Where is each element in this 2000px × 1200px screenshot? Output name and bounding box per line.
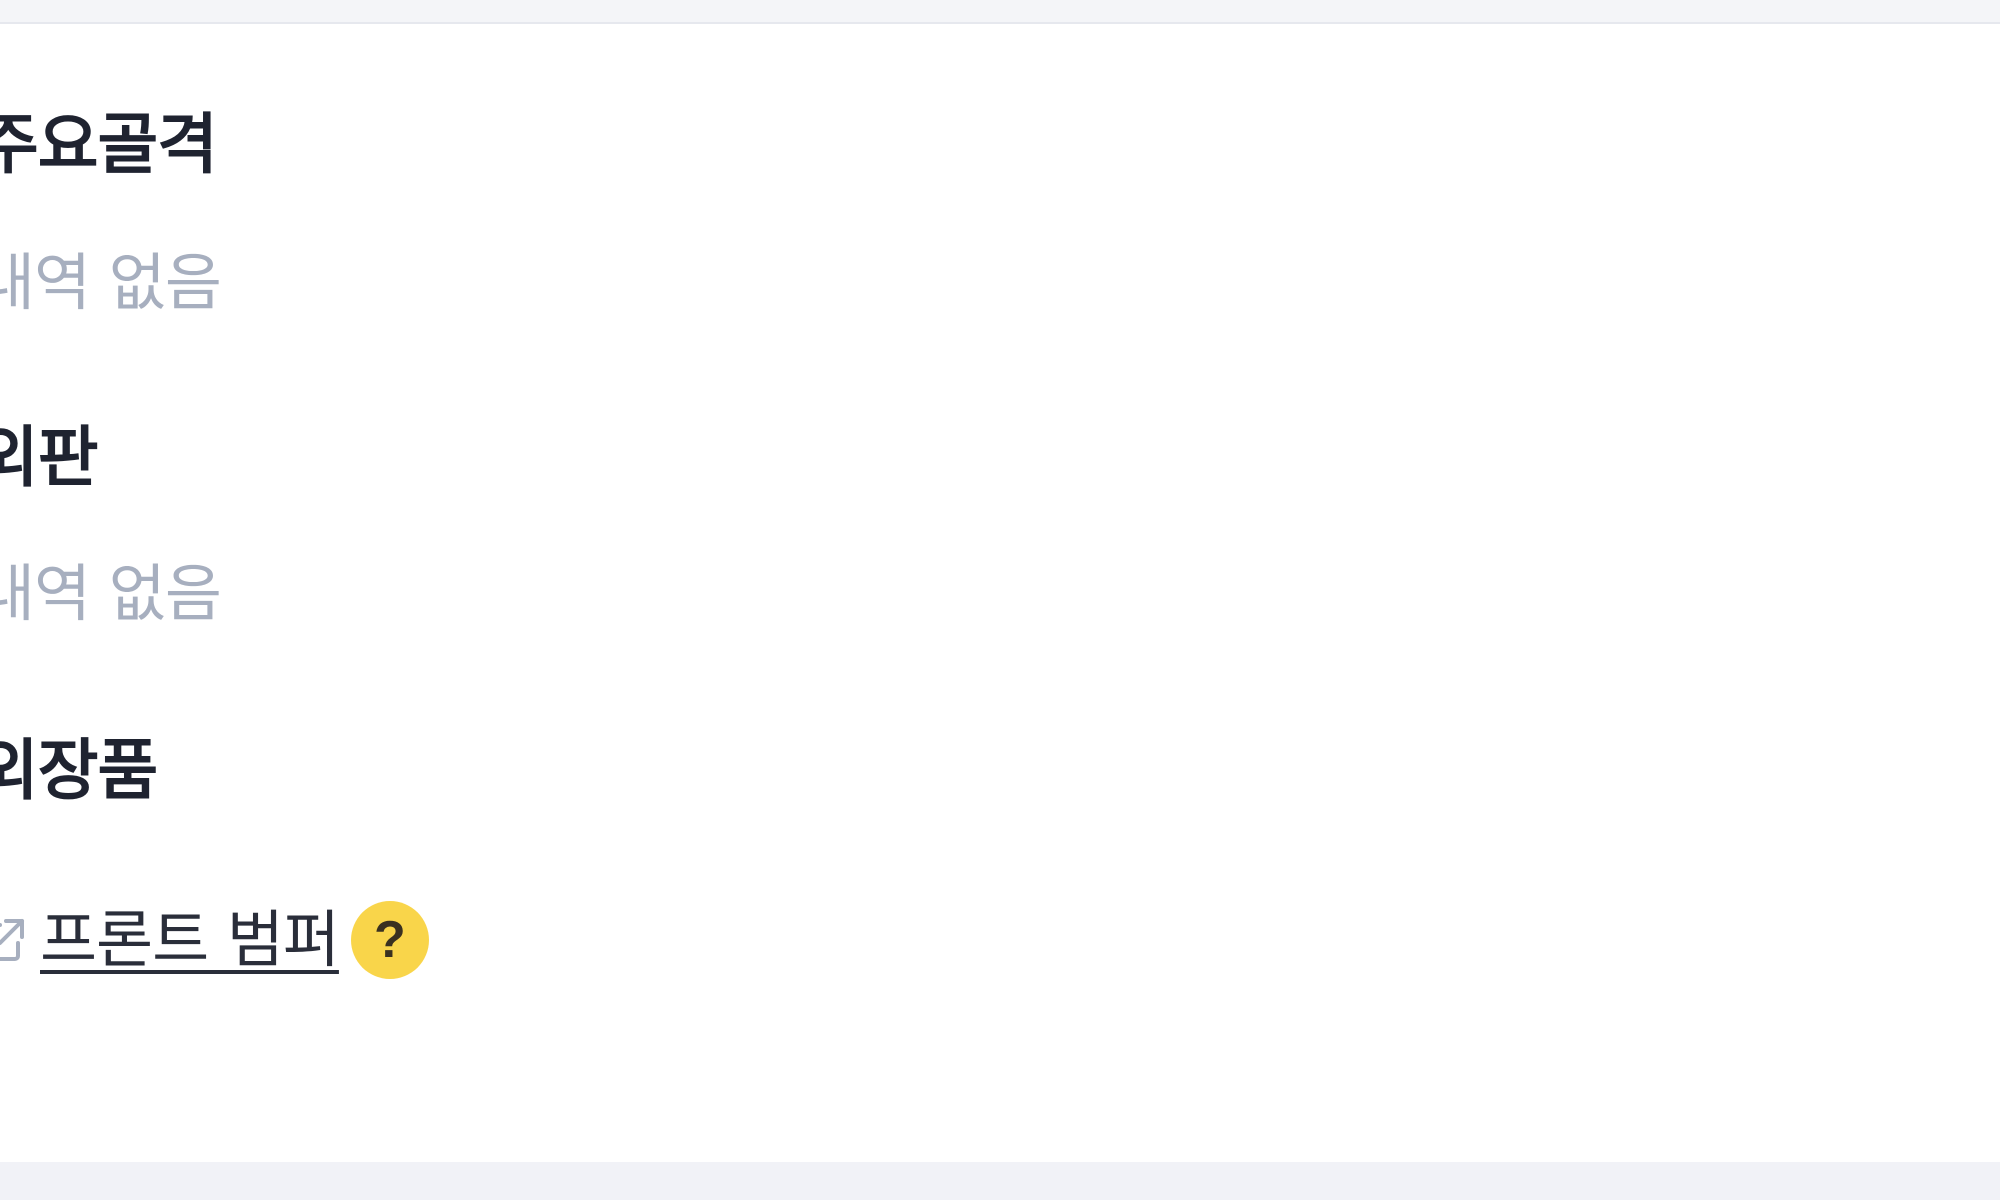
section-title-frame: 주요골격 (0, 106, 218, 183)
external-link-icon (0, 915, 28, 965)
section-title-exterior-parts: 외장품 (0, 732, 158, 809)
inspection-page: 주요골격 내역 없음 외판 내역 없음 외장품 프론트 범퍼 ? (0, 0, 2000, 1200)
exterior-part-item[interactable]: 프론트 범퍼 ? (0, 900, 429, 980)
help-icon[interactable]: ? (350, 901, 429, 979)
frame-empty-text: 내역 없음 (0, 246, 222, 319)
bottom-divider (0, 1162, 2000, 1200)
section-title-outer-panel: 외판 (0, 419, 98, 496)
top-divider (0, 0, 2000, 24)
front-bumper-link[interactable]: 프론트 범퍼 (40, 909, 340, 971)
outer-panel-empty-text: 내역 없음 (0, 557, 222, 630)
